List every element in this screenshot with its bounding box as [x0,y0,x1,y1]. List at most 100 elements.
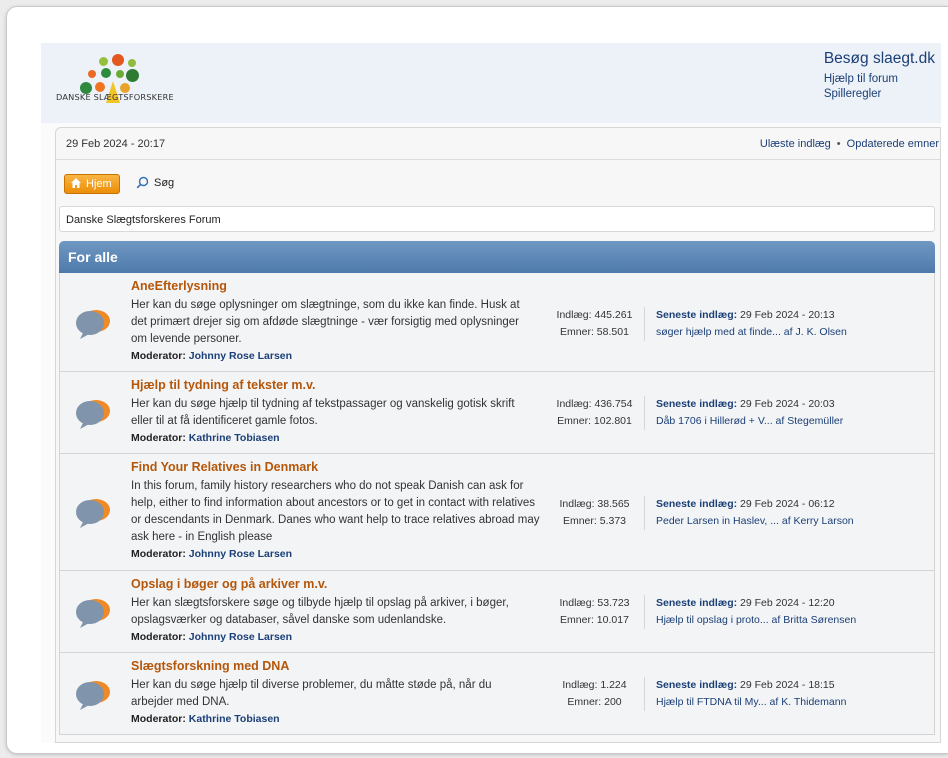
forum-moderator: Moderator: Kathrine Tobiasen [131,711,531,728]
forum-stats: Indlæg: 445.261 Emner: 58.501 [545,307,645,341]
forum-stats: Indlæg: 38.565 Emner: 5.373 [545,496,645,530]
link-separator: • [836,138,841,150]
moderator-label: Moderator: [131,713,186,725]
forum-description: Her kan du søge oplysninger om slægtning… [131,297,531,365]
category-header: For alle [59,241,935,273]
last-post-date: 29 Feb 2024 - 20:03 [740,398,835,410]
last-post-link[interactable]: Peder Larsen in Haslev, ... af Kerry Lar… [656,513,854,530]
browser-window: DANSKE SLÆGTSFORSKERE Besøg slaegt.dk Hj… [7,7,948,753]
updated-topics-link[interactable]: Opdaterede emner [847,138,939,150]
post-count: Indlæg: 1.224 [562,679,627,691]
last-post-date: 29 Feb 2024 - 18:15 [740,679,835,691]
last-post-date: 29 Feb 2024 - 20:13 [740,309,835,321]
post-count: Indlæg: 445.261 [556,309,633,321]
search-link[interactable]: Søg [136,176,174,189]
forum-bubble-icon [76,400,110,429]
last-post-date: 29 Feb 2024 - 06:12 [740,498,835,510]
last-post-link[interactable]: Hjælp til opslag i proto... af Britta Sø… [656,612,856,629]
topic-count: Emner: 102.801 [557,415,632,427]
post-count: Indlæg: 436.754 [556,398,633,410]
forum-moderator: Moderator: Kathrine Tobiasen [131,430,531,447]
logo-dot [95,82,105,92]
topic-count: Emner: 200 [567,696,622,708]
home-label: Hjem [86,178,112,190]
topic-count: Emner: 10.017 [560,614,629,626]
visit-site-link[interactable]: Besøg slaegt.dk [824,50,935,68]
last-post-date: 29 Feb 2024 - 12:20 [740,597,835,609]
forum-description-text: Her kan du søge hjælp til tydning af tek… [131,398,515,427]
moderator-link[interactable]: Johnny Rose Larsen [189,548,292,560]
last-post-label: Seneste indlæg: [656,498,738,510]
forum-bubble-icon [76,599,110,628]
moderator-link[interactable]: Johnny Rose Larsen [189,350,292,362]
last-post-info: Seneste indlæg: 29 Feb 2024 - 06:12 Pede… [656,496,854,530]
forum-title[interactable]: Hjælp til tydning af tekster m.v. [131,378,316,392]
moderator-label: Moderator: [131,432,186,444]
forum-help-link[interactable]: Hjælp til forum [824,73,935,85]
search-icon [136,176,149,189]
forum-title[interactable]: Opslag i bøger og på arkiver m.v. [131,577,327,591]
logo-dot [126,69,139,82]
topic-count: Emner: 58.501 [560,326,629,338]
forum-description-text: Her kan du søge hjælp til diverse proble… [131,679,492,708]
rules-link[interactable]: Spilleregler [824,88,935,100]
forum-row: Opslag i bøger og på arkiver m.v. Her ka… [59,571,935,653]
forum-bubble-icon [76,499,110,528]
logo-dot [99,57,108,66]
moderator-link[interactable]: Kathrine Tobiasen [189,713,280,725]
unread-posts-link[interactable]: Ulæste indlæg [760,138,831,150]
forum-description-text: In this forum, family history researcher… [131,480,540,543]
last-post-link[interactable]: Dåb 1706 i Hillerød + V... af Stegemülle… [656,413,843,430]
forum-navbar: 29 Feb 2024 - 20:17 Ulæste indlæg • Opdate… [55,127,941,743]
forum-moderator: Moderator: Johnny Rose Larsen [131,348,531,365]
forum-page: DANSKE SLÆGTSFORSKERE Besøg slaegt.dk Hj… [41,43,941,743]
forum-description: Her kan du søge hjælp til diverse proble… [131,677,531,728]
forum-bubble-icon [76,681,110,710]
forum-stats: Indlæg: 436.754 Emner: 102.801 [545,396,645,430]
forum-title[interactable]: Find Your Relatives in Denmark [131,460,318,474]
forum-stats: Indlæg: 1.224 Emner: 200 [545,677,645,711]
site-logo[interactable]: DANSKE SLÆGTSFORSKERE [56,53,216,113]
moderator-label: Moderator: [131,631,186,643]
forum-row: Find Your Relatives in Denmark In this f… [59,454,935,571]
logo-dot [128,59,136,67]
moderator-link[interactable]: Kathrine Tobiasen [189,432,280,444]
forum-row: Hjælp til tydning af tekster m.v. Her ka… [59,372,935,454]
moderator-label: Moderator: [131,350,186,362]
forum-moderator: Moderator: Johnny Rose Larsen [131,546,541,563]
logo-dot [116,70,124,78]
last-post-link[interactable]: søger hjælp med at finde... af J. K. Ols… [656,324,847,341]
last-post-info: Seneste indlæg: 29 Feb 2024 - 18:15 Hjæl… [656,677,846,711]
moderator-label: Moderator: [131,548,186,560]
last-post-label: Seneste indlæg: [656,597,738,609]
site-header: DANSKE SLÆGTSFORSKERE Besøg slaegt.dk Hj… [41,43,941,123]
forum-stats: Indlæg: 53.723 Emner: 10.017 [545,595,645,629]
forum-description: Her kan slægtsforskere søge og tilbyde h… [131,595,531,646]
header-links: Besøg slaegt.dk Hjælp til forum Spillere… [824,50,935,100]
moderator-link[interactable]: Johnny Rose Larsen [189,631,292,643]
current-date: 29 Feb 2024 - 20:17 [66,138,166,150]
home-icon [71,178,81,188]
breadcrumb: Danske Slægtsforskeres Forum [59,206,935,232]
forum-description-text: Her kan du søge oplysninger om slægtning… [131,299,520,345]
logo-dot [101,68,111,78]
navbar-topline: 29 Feb 2024 - 20:17 Ulæste indlæg • Opdate… [56,128,941,160]
last-post-label: Seneste indlæg: [656,679,738,691]
logo-text: DANSKE SLÆGTSFORSKERE [56,92,174,102]
post-count: Indlæg: 38.565 [559,498,630,510]
logo-dot [112,54,124,66]
forum-title[interactable]: Slægtsforskning med DNA [131,659,289,673]
forum-title[interactable]: AneEfterlysning [131,279,227,293]
forum-moderator: Moderator: Johnny Rose Larsen [131,629,531,646]
home-button[interactable]: Hjem [64,174,120,194]
forum-row: Slægtsforskning med DNA Her kan du søge … [59,653,935,735]
category-title[interactable]: For alle [68,249,118,265]
last-post-info: Seneste indlæg: 29 Feb 2024 - 20:03 Dåb … [656,396,843,430]
forum-row: AneEfterlysning Her kan du søge oplysnin… [59,273,935,372]
last-post-link[interactable]: Hjælp til FTDNA til My... af K. Thideman… [656,694,846,711]
logo-dot [88,70,96,78]
breadcrumb-forum-link[interactable]: Danske Slægtsforskeres Forum [66,214,221,226]
forum-bubble-icon [76,310,110,339]
search-label: Søg [154,177,175,189]
topic-count: Emner: 5.373 [562,515,627,527]
